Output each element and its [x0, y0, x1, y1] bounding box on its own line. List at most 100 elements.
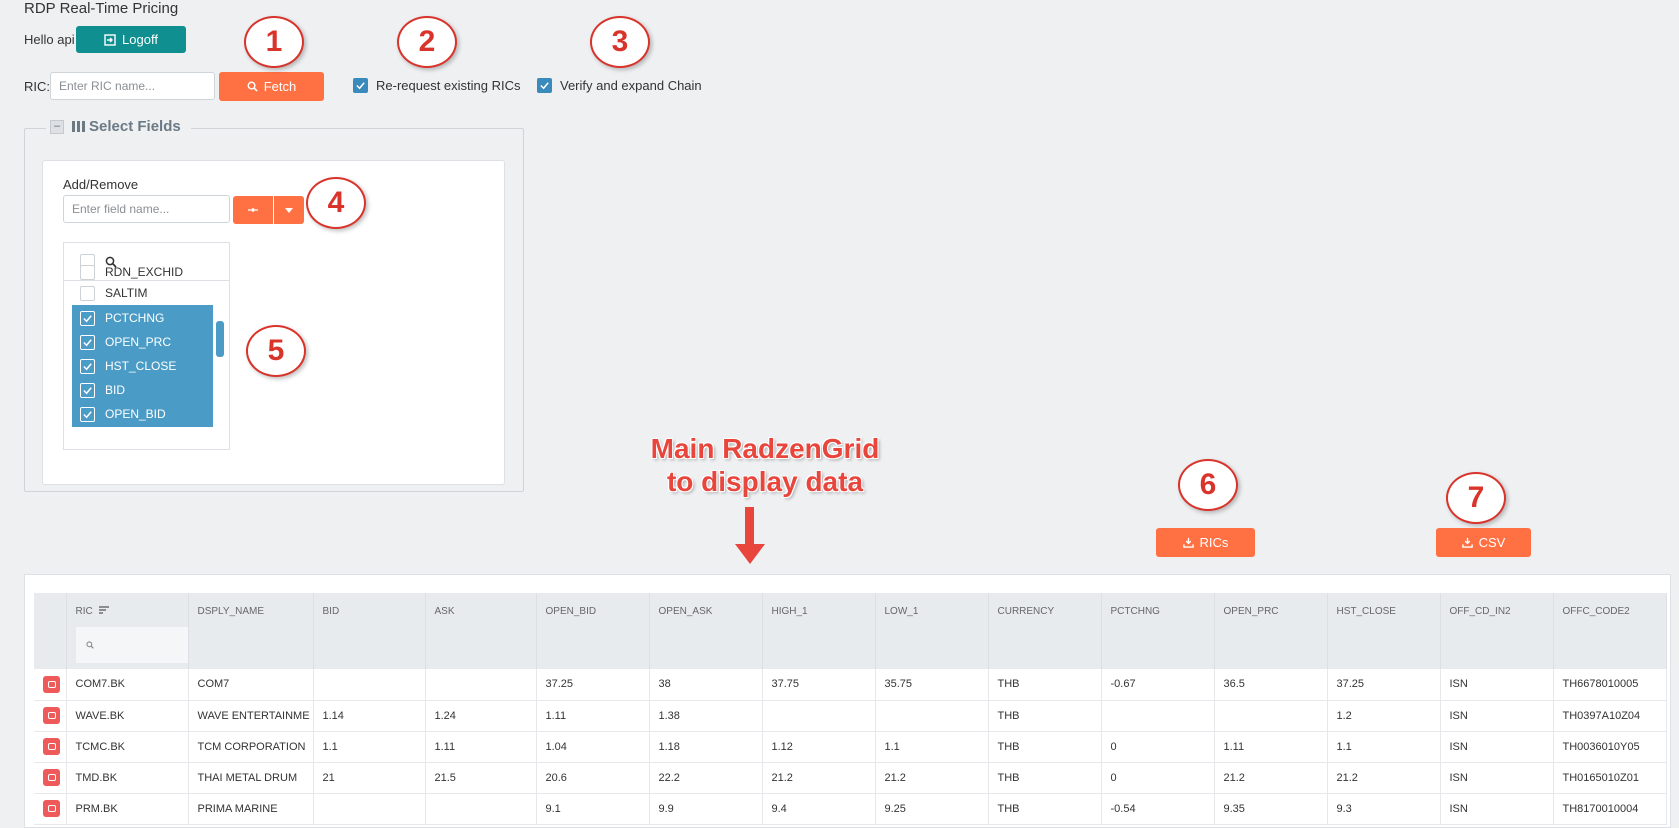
table-cell: 9.35: [1214, 793, 1328, 825]
list-item[interactable]: BID: [72, 377, 213, 403]
callout-4: 4: [306, 177, 366, 229]
verify-chain-label: Verify and expand Chain: [560, 78, 702, 93]
list-item[interactable]: PCTCHNG: [72, 305, 213, 331]
callout-6: 6: [1178, 459, 1238, 511]
column-header[interactable]: HST_CLOSE: [1327, 593, 1441, 669]
table-cell: TH0165010Z01: [1553, 762, 1667, 794]
list-item[interactable]: OPEN_BID: [72, 401, 213, 427]
fetch-button[interactable]: Fetch: [219, 72, 324, 101]
export-csv-button[interactable]: CSV: [1436, 528, 1531, 557]
column-header[interactable]: CURRENCY: [988, 593, 1102, 669]
table-row[interactable]: TMD.BK THAI METAL DRUM 21 21.5 20.6 22.2 21.2 2…: [34, 762, 1667, 794]
check-icon: [83, 410, 92, 418]
table-cell: WAVE.BK: [66, 700, 189, 732]
delete-icon: [47, 680, 56, 688]
ric-input[interactable]: [50, 72, 215, 100]
callout-2: 2: [397, 16, 457, 68]
table-row[interactable]: PRM.BK PRIMA MARINE 9.1 9.9 9.4 9.25 THB -0.54 9…: [34, 793, 1667, 825]
rerequest-label: Re-request existing RICs: [376, 78, 521, 93]
table-cell: [1214, 700, 1328, 732]
table-cell: TCMC.BK: [66, 731, 189, 763]
collapse-button[interactable]: –: [50, 119, 64, 134]
table-cell: 35.75: [875, 669, 989, 701]
column-header[interactable]: ASK: [425, 593, 537, 669]
add-remove-field-button[interactable]: [233, 196, 273, 224]
row-action-cell: [34, 793, 67, 825]
table-row[interactable]: TCMC.BK TCM CORPORATION 1.1 1.11 1.04 1.18 1.1…: [34, 731, 1667, 763]
check-icon: [83, 338, 92, 346]
swap-icon: [248, 208, 258, 212]
download-icon: [1461, 537, 1473, 548]
list-item[interactable]: SALTIM: [72, 280, 213, 306]
row-delete-button[interactable]: [43, 707, 60, 724]
field-name-input[interactable]: [63, 195, 230, 223]
download-icon: [1182, 537, 1194, 548]
table-cell: TH6678010005: [1553, 669, 1667, 701]
item-checkbox[interactable]: [80, 382, 95, 398]
data-grid: RIC DSPLY_NAME BID ASK OPEN_BID OPEN_ASK…: [24, 574, 1671, 828]
logoff-button[interactable]: Logoff: [76, 26, 186, 53]
table-cell: TMD.BK: [66, 762, 189, 794]
table-cell: 1.1: [875, 731, 989, 763]
item-checkbox[interactable]: [80, 310, 95, 326]
item-checkbox[interactable]: [80, 285, 95, 301]
row-action-cell: [34, 700, 67, 732]
table-row[interactable]: WAVE.BK WAVE ENTERTAINME 1.14 1.24 1.11 1.38 T…: [34, 700, 1667, 732]
column-header[interactable]: OPEN_ASK: [649, 593, 763, 669]
list-item[interactable]: OPEN_PRC: [72, 329, 213, 355]
list-item[interactable]: HST_CLOSE: [72, 353, 213, 379]
column-header[interactable]: DSPLY_NAME: [188, 593, 314, 669]
table-row[interactable]: COM7.BK COM7 37.25 38 37.75 35.75 THB -0.67 36.5…: [34, 669, 1667, 701]
column-header[interactable]: OFF_CD_IN2: [1440, 593, 1554, 669]
listbox-scrollbar[interactable]: [216, 321, 224, 357]
export-rics-button[interactable]: RICs: [1156, 528, 1255, 557]
fields-listbox[interactable]: RDN_EXCHID SALTIM PCTCHNG OPEN_PRC HST_C…: [63, 242, 230, 450]
ric-filter-input[interactable]: [75, 627, 187, 663]
verify-chain-checkbox[interactable]: [537, 78, 552, 93]
column-header[interactable]: OFFC_CODE2: [1553, 593, 1667, 669]
table-cell: THB: [988, 669, 1102, 701]
sort-icon[interactable]: [98, 606, 109, 614]
verify-chain-checkbox-row[interactable]: Verify and expand Chain: [537, 78, 702, 93]
column-header[interactable]: OPEN_BID: [536, 593, 650, 669]
csv-label: CSV: [1478, 535, 1506, 550]
table-cell: WAVE ENTERTAINME: [188, 700, 314, 732]
table-cell: 22.2: [649, 762, 763, 794]
grid-body: COM7.BK COM7 37.25 38 37.75 35.75 THB -0.67 36.5…: [34, 669, 1667, 825]
table-cell: TH8170010004: [1553, 793, 1667, 825]
row-delete-button[interactable]: [43, 738, 60, 755]
ric-label: RIC:: [24, 79, 50, 94]
column-header[interactable]: BID: [313, 593, 426, 669]
table-cell: TH0397A10Z04: [1553, 700, 1667, 732]
annotation-arrow: [745, 507, 754, 546]
row-delete-button[interactable]: [43, 800, 60, 817]
table-cell: 37.25: [536, 669, 650, 701]
table-cell: 1.12: [762, 731, 876, 763]
table-cell: [313, 793, 426, 825]
column-header[interactable]: LOW_1: [875, 593, 989, 669]
item-checkbox[interactable]: [80, 406, 95, 422]
row-delete-button[interactable]: [43, 769, 60, 786]
data-table: RIC DSPLY_NAME BID ASK OPEN_BID OPEN_ASK…: [34, 593, 1667, 825]
rerequest-checkbox[interactable]: [353, 78, 368, 93]
table-cell: TCM CORPORATION: [188, 731, 314, 763]
table-cell: 9.25: [875, 793, 989, 825]
grid-annotation: Main RadzenGrid to display data: [650, 433, 880, 497]
table-cell: 1.04: [536, 731, 650, 763]
column-header-ric[interactable]: RIC: [66, 593, 189, 669]
table-cell: 37.25: [1327, 669, 1441, 701]
item-checkbox[interactable]: [80, 264, 95, 280]
item-checkbox[interactable]: [80, 358, 95, 374]
table-cell: 36.5: [1214, 669, 1328, 701]
table-cell: THB: [988, 731, 1102, 763]
column-header[interactable]: PCTCHNG: [1101, 593, 1215, 669]
item-checkbox[interactable]: [80, 334, 95, 350]
row-delete-button[interactable]: [43, 675, 60, 693]
column-header[interactable]: HIGH_1: [762, 593, 876, 669]
column-header[interactable]: OPEN_PRC: [1214, 593, 1328, 669]
table-cell: [762, 700, 876, 732]
fetch-label: Fetch: [263, 79, 297, 94]
rerequest-checkbox-row[interactable]: Re-request existing RICs: [353, 78, 521, 93]
table-cell: 20.6: [536, 762, 650, 794]
field-dropdown-button[interactable]: [274, 196, 304, 224]
